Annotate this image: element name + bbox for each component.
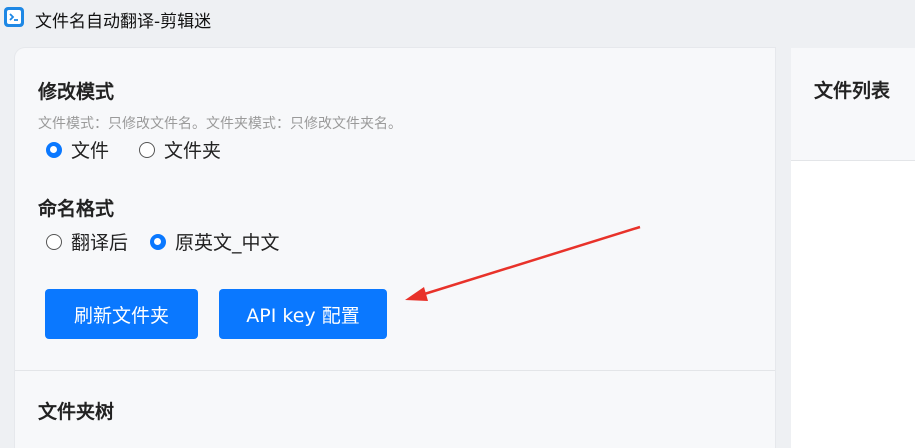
annotation-arrow-icon [405,225,641,301]
